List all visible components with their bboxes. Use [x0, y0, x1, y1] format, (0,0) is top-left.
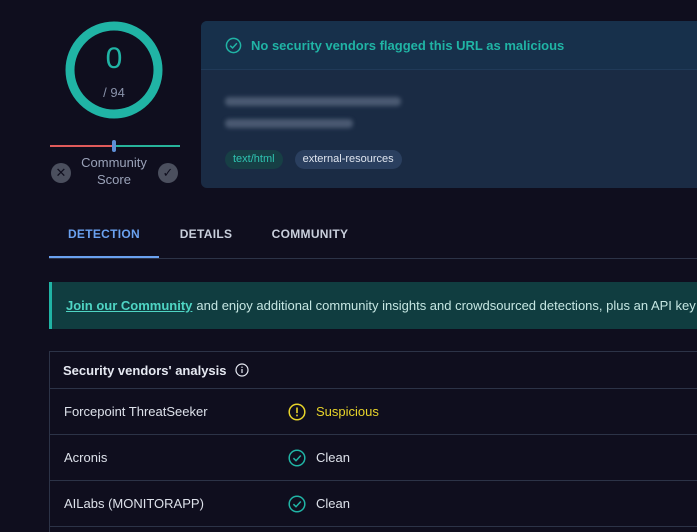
vendor-result-label: Clean — [316, 450, 350, 465]
vendor-result-label: Clean — [316, 496, 350, 511]
url-redacted — [225, 97, 401, 106]
check-icon: ✓ — [162, 165, 174, 180]
vendor-name: Forcepoint ThreatSeeker — [64, 404, 208, 419]
check-circle-icon — [288, 494, 306, 513]
detection-status-banner: No security vendors flagged this URL as … — [201, 21, 697, 70]
tag-list: text/html external-resources — [225, 150, 402, 169]
detection-status-text: No security vendors flagged this URL as … — [251, 37, 565, 53]
vendors-analysis-table: Security vendors' analysis Forcepoint Th… — [49, 351, 697, 532]
tab-detection[interactable]: DETECTION — [49, 218, 159, 258]
check-circle-icon — [288, 448, 306, 467]
url-info-card: No security vendors flagged this URL as … — [201, 21, 697, 188]
community-score-bar-positive — [114, 145, 180, 147]
domain-redacted — [225, 119, 353, 128]
vendor-result-label: Suspicious — [316, 404, 379, 419]
check-circle-icon — [225, 37, 242, 53]
vote-harmless-button[interactable]: ✓ — [158, 163, 178, 183]
vendors-analysis-header: Security vendors' analysis — [50, 352, 697, 389]
table-row: AILabs (MONITORAPP) Clean — [50, 481, 697, 527]
table-row: Acronis Clean — [50, 435, 697, 481]
vendor-name: Acronis — [64, 450, 108, 465]
join-community-text: and enjoy additional community insights … — [196, 298, 696, 313]
vendor-result: Clean — [288, 448, 350, 467]
tag-content-type[interactable]: text/html — [225, 150, 283, 169]
vendor-name: AILabs (MONITORAPP) — [64, 496, 204, 511]
table-row: Forcepoint ThreatSeeker Suspicious — [50, 389, 697, 435]
info-icon[interactable] — [234, 363, 249, 377]
tab-details[interactable]: DETAILS — [169, 218, 243, 258]
community-score-label: Community Score — [81, 155, 147, 187]
vendor-result: Clean — [288, 494, 350, 513]
tab-community[interactable]: COMMUNITY — [261, 218, 359, 258]
close-icon: ✕ — [55, 165, 67, 180]
report-tabs: DETECTION DETAILS COMMUNITY — [49, 218, 697, 259]
vote-harmful-button[interactable]: ✕ — [51, 163, 71, 183]
detection-score-value: 0 — [105, 42, 123, 75]
join-community-link[interactable]: Join our Community — [66, 298, 192, 313]
community-score-marker — [112, 140, 116, 152]
join-community-banner: Join our Community and enjoy additional … — [49, 282, 697, 329]
detection-score-total: / 94 — [103, 85, 125, 100]
community-score-bar-negative — [50, 145, 114, 147]
vendor-result: Suspicious — [288, 402, 379, 421]
tag-external-resources[interactable]: external-resources — [294, 150, 402, 169]
warning-icon — [288, 402, 306, 421]
vendors-analysis-title: Security vendors' analysis — [63, 362, 227, 378]
